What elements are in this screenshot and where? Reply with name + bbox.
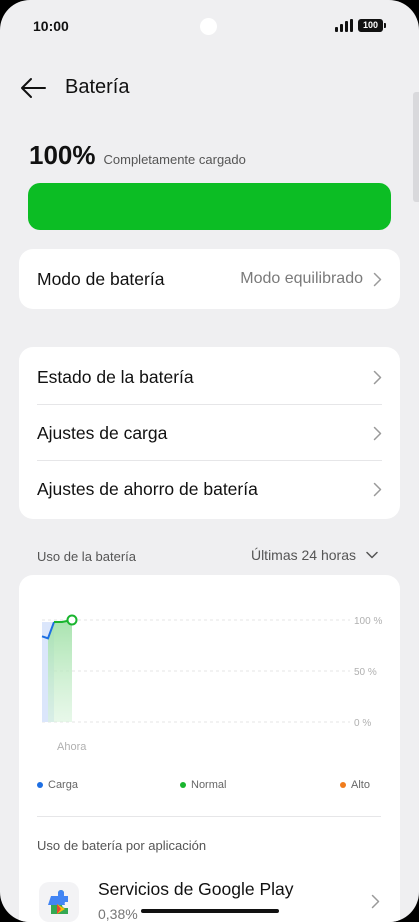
current-level-point [66,614,78,626]
per-app-usage-title: Uso de batería por aplicación [37,838,207,853]
y-tick-0: 0 % [354,718,371,729]
legend-dot [180,782,186,788]
divider [37,816,381,817]
legend-label: Normal [191,779,227,791]
legend-dot [340,782,346,788]
app-name: Servicios de Google Play [98,879,294,899]
y-tick-50: 50 % [354,667,377,678]
x-tick-now: Ahora [57,741,87,753]
google-play-services-icon [39,882,79,922]
home-indicator[interactable] [141,909,279,913]
legend-label: Carga [48,779,78,791]
chevron-right-icon [371,894,380,909]
y-tick-100: 100 % [354,616,382,627]
legend-item-high: Alto [340,779,370,791]
normal-area [48,620,72,722]
app-usage-percent: 0,38% [98,906,138,922]
legend-label: Alto [351,779,370,791]
legend-dot [37,782,43,788]
legend-item-charge: Carga [37,779,78,791]
legend-item-normal: Normal [180,779,226,791]
battery-screen: 10:00 100 Batería 100% Completamente car… [0,0,419,922]
